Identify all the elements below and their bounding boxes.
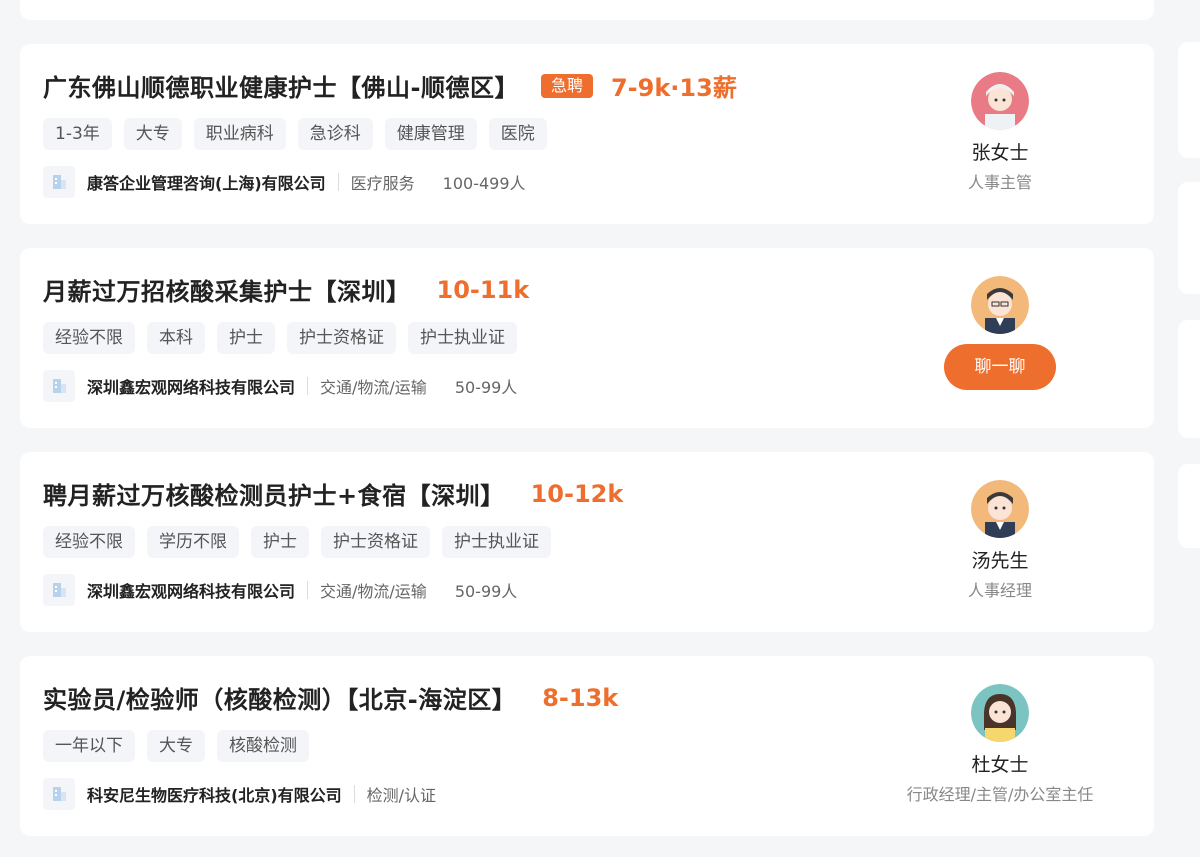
tag: 职业病科 bbox=[193, 118, 286, 150]
company-industry: 交通/物流/运输 bbox=[320, 582, 427, 601]
company-size: 50-99人 bbox=[454, 378, 518, 397]
tag: 核酸检测 bbox=[217, 730, 309, 762]
tag: 护士执业证 bbox=[408, 322, 517, 354]
tag: 1-3年 bbox=[43, 118, 112, 150]
tag: 一年以下 bbox=[43, 730, 135, 762]
recruiter-info[interactable]: 张女士 人事主管 bbox=[880, 72, 1120, 193]
company-name[interactable]: 康答企业管理咨询(上海)有限公司 bbox=[87, 170, 326, 194]
tag: 大专 bbox=[147, 730, 205, 762]
building-icon bbox=[43, 166, 75, 198]
recruiter-info[interactable]: 汤先生 人事经理 bbox=[880, 480, 1120, 601]
tag: 护士资格证 bbox=[287, 322, 396, 354]
salary: 8-13k bbox=[542, 683, 619, 712]
salary: 7-9k·13薪 bbox=[610, 74, 737, 102]
side-card-partial bbox=[1178, 42, 1200, 158]
company-industry: 检测/认证 bbox=[366, 786, 437, 805]
job-card[interactable]: 广东佛山顺德职业健康护士【佛山-顺德区】 急聘 7-9k·13薪 1-3年 大专… bbox=[20, 44, 1154, 224]
tag: 护士 bbox=[217, 322, 275, 354]
tag: 本科 bbox=[147, 322, 205, 354]
company-row: 科安尼生物医疗科技(北京)有限公司 检测/认证 bbox=[43, 778, 464, 810]
job-card[interactable]: 实验员/检验师（核酸检测）【北京-海淀区】 8-13k 一年以下 大专 核酸检测… bbox=[20, 656, 1154, 836]
recruiter-name: 汤先生 bbox=[971, 550, 1029, 572]
tag-list: 经验不限 学历不限 护士 护士资格证 护士执业证 bbox=[43, 526, 551, 558]
job-title[interactable]: 实验员/检验师（核酸检测）【北京-海淀区】 bbox=[43, 680, 516, 715]
company-size: 100-499人 bbox=[442, 174, 526, 193]
female-avatar-icon bbox=[971, 684, 1029, 742]
recruiter-name: 杜女士 bbox=[971, 754, 1029, 776]
recruiter-info[interactable]: 杜女士 行政经理/主管/办公室主任 bbox=[880, 684, 1120, 805]
tag-list: 经验不限 本科 护士 护士资格证 护士执业证 bbox=[43, 322, 517, 354]
building-icon bbox=[43, 778, 75, 810]
male-avatar-icon bbox=[971, 480, 1029, 538]
divider bbox=[307, 377, 309, 395]
tag: 医院 bbox=[488, 118, 547, 150]
recruiter-role: 人事经理 bbox=[967, 581, 1032, 600]
company-name[interactable]: 深圳鑫宏观网络科技有限公司 bbox=[87, 374, 295, 398]
female-avatar-icon bbox=[971, 72, 1029, 130]
company-name[interactable]: 科安尼生物医疗科技(北京)有限公司 bbox=[87, 782, 342, 806]
divider bbox=[353, 785, 355, 803]
divider bbox=[337, 173, 339, 191]
recruiter-role: 行政经理/主管/办公室主任 bbox=[906, 785, 1094, 804]
company-row: 康答企业管理咨询(上海)有限公司 医疗服务 100-499人 bbox=[43, 166, 554, 198]
recruiter-info[interactable]: 聊一聊 bbox=[880, 276, 1120, 390]
chat-button[interactable]: 聊一聊 bbox=[944, 344, 1056, 390]
company-size: 50-99人 bbox=[454, 582, 518, 601]
tag: 护士资格证 bbox=[321, 526, 430, 558]
tag: 护士 bbox=[251, 526, 309, 558]
company-name[interactable]: 深圳鑫宏观网络科技有限公司 bbox=[87, 578, 295, 602]
tag: 经验不限 bbox=[43, 526, 135, 558]
job-title[interactable]: 聘月薪过万核酸检测员护士+食宿【深圳】 bbox=[43, 476, 505, 511]
job-card[interactable]: 聘月薪过万核酸检测员护士+食宿【深圳】 10-12k 经验不限 学历不限 护士 … bbox=[20, 452, 1154, 632]
building-icon bbox=[43, 370, 75, 402]
urgent-badge: 急聘 bbox=[540, 73, 593, 98]
tag: 急诊科 bbox=[297, 118, 373, 150]
tag-list: 1-3年 大专 职业病科 急诊科 健康管理 医院 bbox=[43, 118, 547, 150]
job-title[interactable]: 月薪过万招核酸采集护士【深圳】 bbox=[43, 272, 411, 307]
tag-list: 一年以下 大专 核酸检测 bbox=[43, 730, 309, 762]
side-card-partial bbox=[1178, 182, 1200, 294]
recruiter-role: 人事主管 bbox=[967, 173, 1032, 192]
salary: 10-11k bbox=[436, 275, 530, 304]
salary: 10-12k bbox=[530, 479, 624, 508]
tag: 学历不限 bbox=[147, 526, 239, 558]
job-title[interactable]: 广东佛山顺德职业健康护士【佛山-顺德区】 bbox=[43, 68, 519, 103]
side-card-partial bbox=[1178, 464, 1200, 548]
tag: 经验不限 bbox=[43, 322, 135, 354]
company-row: 深圳鑫宏观网络科技有限公司 交通/物流/运输 50-99人 bbox=[43, 370, 545, 402]
male-avatar-icon bbox=[971, 276, 1029, 334]
tag: 大专 bbox=[123, 118, 182, 150]
company-row: 深圳鑫宏观网络科技有限公司 交通/物流/运输 50-99人 bbox=[43, 574, 545, 606]
building-icon bbox=[43, 574, 75, 606]
company-industry: 医疗服务 bbox=[350, 174, 415, 193]
job-card-partial[interactable] bbox=[20, 0, 1154, 20]
company-industry: 交通/物流/运输 bbox=[320, 378, 427, 397]
job-card[interactable]: 月薪过万招核酸采集护士【深圳】 10-11k 经验不限 本科 护士 护士资格证 … bbox=[20, 248, 1154, 428]
divider bbox=[307, 581, 309, 599]
recruiter-name: 张女士 bbox=[971, 142, 1029, 164]
side-card-partial bbox=[1178, 320, 1200, 438]
tag: 健康管理 bbox=[384, 118, 477, 150]
tag: 护士执业证 bbox=[442, 526, 551, 558]
